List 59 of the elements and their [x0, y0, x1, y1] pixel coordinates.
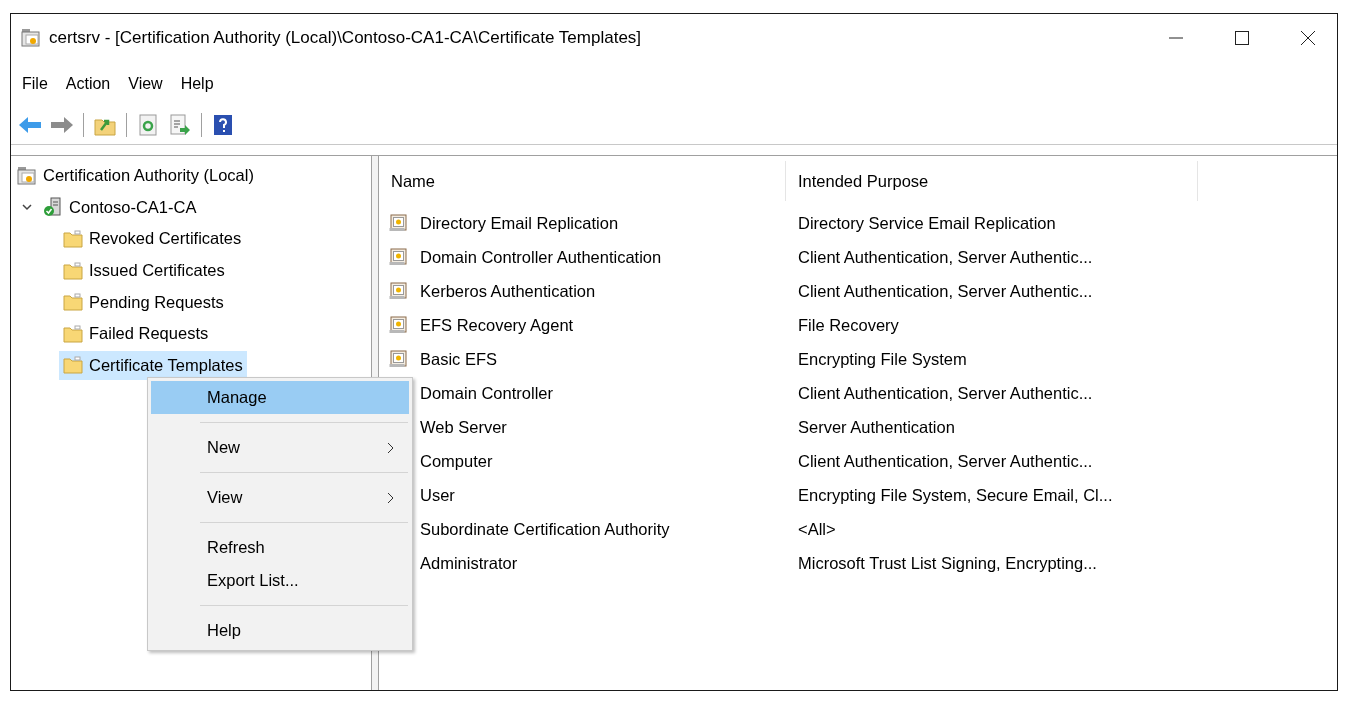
minimize-icon [1168, 37, 1184, 39]
table-cell-text: Directory Service Email Replication [797, 213, 1056, 233]
table-cell-text: <All> [797, 519, 836, 539]
table-cell: EFS Recovery Agent [420, 315, 574, 335]
table-cell: Kerberos Authentication [420, 281, 596, 301]
table-cell-text: File Recovery [797, 315, 899, 335]
context-menu-item[interactable]: Manage [151, 381, 409, 414]
tree-item[interactable]: Revoked Certificates [59, 224, 246, 254]
table-cell-text: Client Authentication, Server Authentic... [797, 451, 1093, 471]
server-check-icon [43, 197, 63, 218]
certificate-icon [389, 248, 407, 266]
menu-item[interactable]: File [13, 71, 57, 97]
window-title: certsrv - [Certification Authority (Local)\Contoso-CA1-CA\Certificate Templates] [49, 28, 643, 48]
context-menu-item[interactable]: New [151, 431, 409, 464]
table-cell: Basic EFS [420, 349, 498, 369]
close-icon [1300, 30, 1316, 46]
folder-icon [63, 261, 83, 280]
folder-icon [63, 293, 83, 312]
tree-item[interactable]: Pending Requests [59, 287, 228, 317]
tree-item[interactable]: Issued Certificates [59, 256, 229, 286]
menu-item[interactable]: Help [171, 71, 223, 97]
menu-item[interactable]: Action [56, 71, 120, 97]
context-menu-item[interactable]: View [151, 481, 409, 514]
table-cell-text: Encrypting File System, Secure Email, Cl... [797, 485, 1113, 505]
menu-item[interactable]: View [119, 71, 172, 97]
table-cell-text: Encrypting File System [797, 349, 967, 369]
tree-item[interactable]: Contoso-CA1-CA [39, 192, 201, 222]
table-cell-text: Client Authentication, Server Authentic... [797, 281, 1093, 301]
table-cell-text: Microsoft Trust List Signing, Encrypting... [797, 553, 1097, 573]
table-cell: Domain Controller [420, 383, 553, 403]
maximize-icon [1234, 30, 1250, 46]
context-menu-item[interactable]: Help [151, 614, 409, 647]
table-cell: Administrator [420, 553, 518, 573]
table-cell-text: Server Authentication [797, 417, 955, 437]
table-cell: Domain Controller Authentication [420, 247, 662, 267]
table-cell-text: Client Authentication, Server Authentic... [797, 383, 1093, 403]
table-cell: Directory Email Replication [420, 213, 619, 233]
table-cell: Web Server [420, 417, 507, 437]
context-menu-item[interactable]: Export List... [151, 564, 409, 597]
folder-icon [63, 356, 83, 375]
column-header[interactable]: Name [379, 161, 786, 201]
column-header[interactable]: Intended Purpose [786, 161, 1198, 201]
folder-icon [63, 324, 83, 343]
tree-item[interactable]: Certification Authority (Local) [13, 161, 258, 191]
certificate-icon [389, 214, 407, 232]
context-menu-item[interactable]: Refresh [151, 531, 409, 564]
tree-item[interactable]: Failed Requests [59, 319, 213, 349]
tree-item[interactable]: Certificate Templates [59, 350, 247, 380]
table-cell: User [420, 485, 455, 505]
table-cell: Subordinate Certification Authority [420, 519, 670, 539]
folder-icon [63, 230, 83, 248]
table-cell-text: Client Authentication, Server Authentic... [797, 247, 1093, 267]
export-list-button[interactable] [167, 112, 193, 138]
certificate-authority-icon [21, 28, 41, 48]
certificate-icon [389, 282, 407, 300]
table-cell: Computer [420, 451, 493, 471]
certificate-icon [389, 350, 407, 368]
certificate-icon [389, 316, 407, 334]
certificate-authority-icon [17, 165, 37, 186]
